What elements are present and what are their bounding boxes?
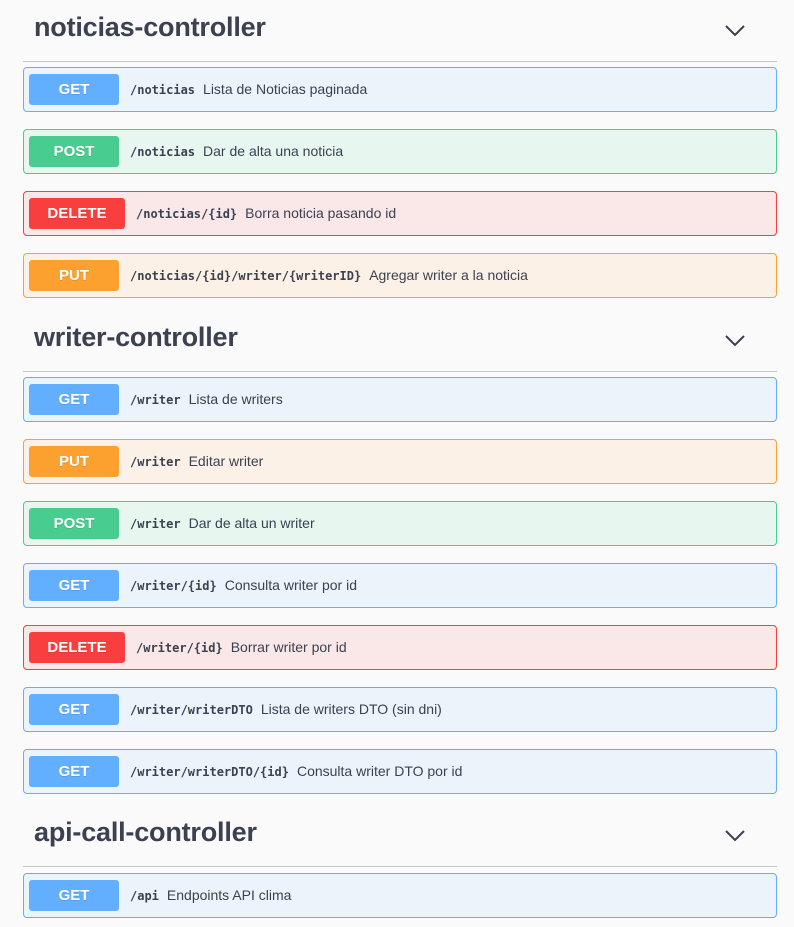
operation-get-writer-id[interactable]: GET /writer/{id} Consulta writer por id	[23, 563, 777, 608]
section-api-call-controller: api-call-controller	[23, 805, 777, 867]
endpoint-summary: Consulta writer DTO por id	[296, 763, 463, 779]
method-badge: PUT	[29, 260, 119, 291]
method-badge: GET	[29, 74, 119, 105]
method-badge: GET	[29, 756, 119, 787]
endpoint-summary: Lista de writers	[188, 391, 283, 407]
operation-text: /writer Editar writer	[130, 440, 263, 483]
operation-get-writer-dto-id[interactable]: GET /writer/writerDTO/{id} Consulta write…	[23, 749, 777, 794]
operation-post-noticias[interactable]: POST /noticias Dar de alta una noticia	[23, 129, 777, 174]
operation-text: /writer/{id} Borrar writer por id	[136, 626, 347, 669]
endpoint-summary: Consulta writer por id	[224, 577, 357, 593]
method-badge: GET	[29, 384, 119, 415]
operation-get-api[interactable]: GET /api Endpoints API clima	[23, 873, 777, 918]
chevron-down-icon[interactable]	[723, 18, 747, 42]
operation-get-writer-dto[interactable]: GET /writer/writerDTO Lista de writers DT…	[23, 687, 777, 732]
operation-text: /writer/writerDTO/{id} Consulta writer DT…	[130, 750, 462, 793]
operation-text: /noticias Dar de alta una noticia	[130, 130, 343, 173]
operation-text: /noticias Lista de Noticias paginada	[130, 68, 367, 111]
section-noticias-controller: noticias-controller	[23, 0, 777, 62]
operation-text: /writer Lista de writers	[130, 378, 283, 421]
operation-text: /noticias/{id}/writer/{writerID} Agregar …	[130, 254, 528, 297]
endpoint-summary: Borra noticia pasando id	[245, 205, 397, 221]
endpoint-summary: Editar writer	[188, 453, 264, 469]
operation-get-writer[interactable]: GET /writer Lista de writers	[23, 377, 777, 422]
method-badge: POST	[29, 508, 119, 539]
endpoint-path: /noticias/{id}/writer/{writerID}	[130, 269, 362, 283]
operation-text: /api Endpoints API clima	[130, 874, 291, 917]
operation-text: /noticias/{id} Borra noticia pasando id	[136, 192, 396, 235]
section-header[interactable]: api-call-controller	[23, 805, 777, 867]
operation-delete-noticias-id[interactable]: DELETE /noticias/{id} Borra noticia pasan…	[23, 191, 777, 236]
section-title: noticias-controller	[34, 12, 266, 42]
endpoint-summary: Agregar writer a la noticia	[369, 267, 528, 283]
method-badge: GET	[29, 694, 119, 725]
operation-post-writer[interactable]: POST /writer Dar de alta un writer	[23, 501, 777, 546]
endpoint-path: /writer/{id}	[136, 641, 223, 655]
endpoint-summary: Lista de Noticias paginada	[203, 81, 368, 97]
operation-delete-writer-id[interactable]: DELETE /writer/{id} Borrar writer por id	[23, 625, 777, 670]
operation-get-noticias[interactable]: GET /noticias Lista de Noticias paginada	[23, 67, 777, 112]
operation-put-noticias-writer[interactable]: PUT /noticias/{id}/writer/{writerID} Agre…	[23, 253, 777, 298]
endpoint-summary: Lista de writers DTO (sin dni)	[260, 701, 442, 717]
section-header[interactable]: noticias-controller	[23, 0, 777, 62]
endpoint-path: /writer/{id}	[130, 579, 217, 593]
method-badge: GET	[29, 570, 119, 601]
endpoint-path: /writer/writerDTO	[130, 703, 253, 717]
operation-text: /writer Dar de alta un writer	[130, 502, 315, 545]
method-badge: DELETE	[29, 198, 125, 229]
endpoint-path: /writer/writerDTO/{id}	[130, 765, 289, 779]
method-badge: PUT	[29, 446, 119, 477]
endpoint-path: /writer	[130, 517, 181, 531]
endpoint-path: /noticias/{id}	[136, 207, 238, 221]
endpoint-path: /api	[130, 889, 159, 903]
chevron-down-icon[interactable]	[723, 823, 747, 847]
method-badge: GET	[29, 880, 119, 911]
section-header[interactable]: writer-controller	[23, 310, 777, 372]
method-badge: DELETE	[29, 632, 125, 663]
section-title: writer-controller	[34, 322, 238, 352]
endpoint-summary: Dar de alta una noticia	[203, 143, 344, 159]
operation-text: /writer/writerDTO Lista de writers DTO (s…	[130, 688, 442, 731]
operation-put-writer[interactable]: PUT /writer Editar writer	[23, 439, 777, 484]
endpoint-path: /writer	[130, 393, 181, 407]
operation-text: /writer/{id} Consulta writer por id	[130, 564, 357, 607]
endpoint-path: /noticias	[130, 83, 196, 97]
method-badge: POST	[29, 136, 119, 167]
endpoint-path: /writer	[130, 455, 181, 469]
endpoint-path: /noticias	[130, 145, 196, 159]
section-writer-controller: writer-controller	[23, 310, 777, 372]
chevron-down-icon[interactable]	[723, 328, 747, 352]
endpoint-summary: Dar de alta un writer	[188, 515, 315, 531]
endpoint-summary: Borrar writer por id	[230, 639, 347, 655]
endpoint-summary: Endpoints API clima	[166, 887, 292, 903]
section-title: api-call-controller	[34, 817, 257, 847]
